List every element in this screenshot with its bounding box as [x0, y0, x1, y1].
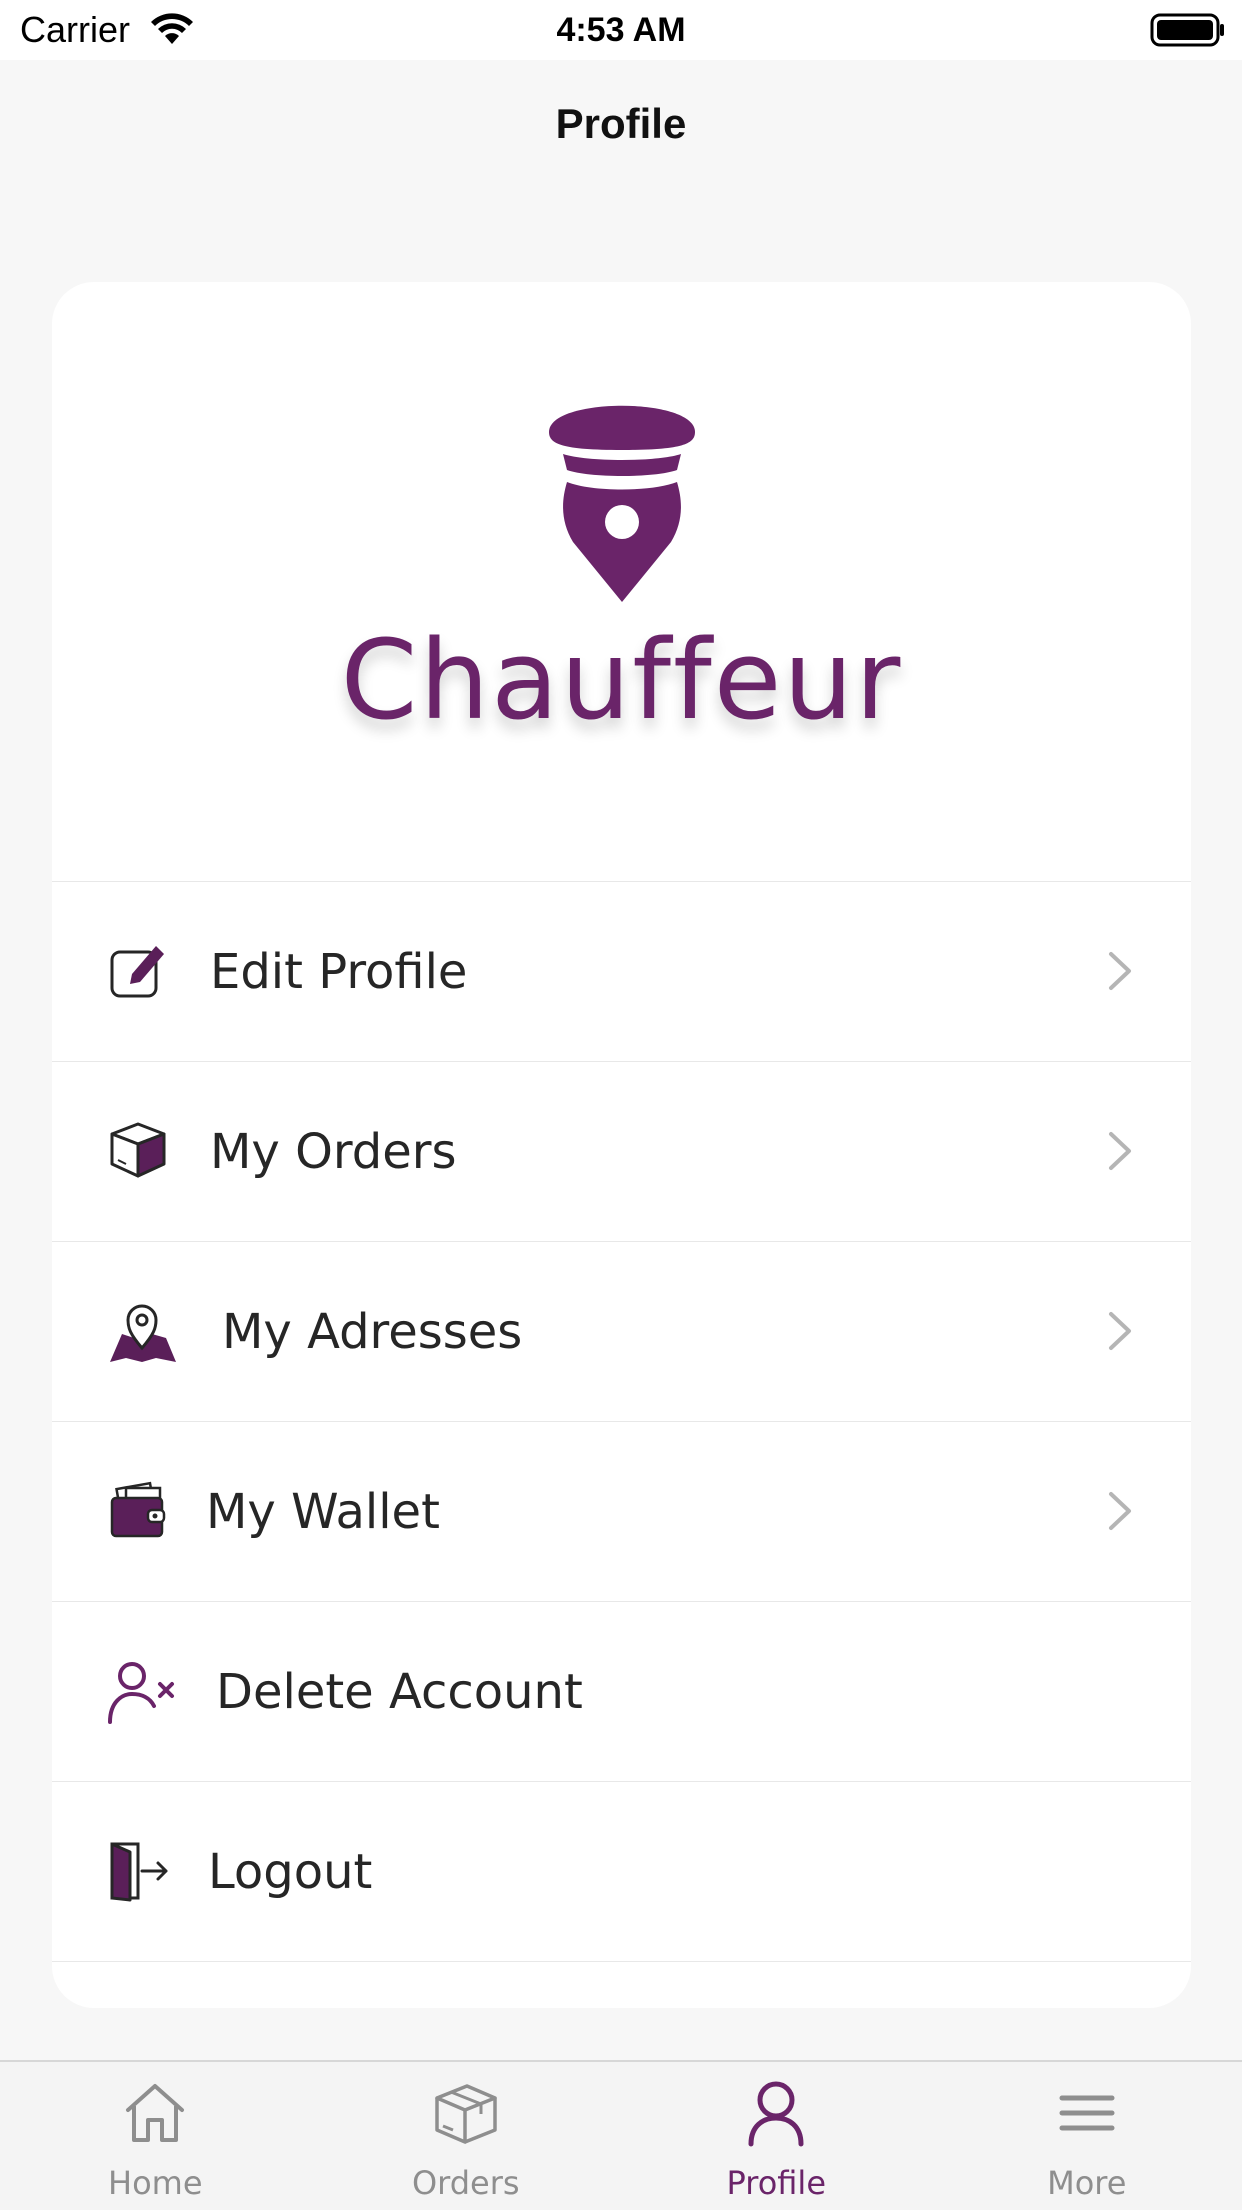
edit-icon [108, 940, 178, 1002]
menu-item-label: My Orders [210, 1122, 457, 1182]
chevron-right-icon [1107, 1310, 1133, 1356]
status-time: 4:53 AM [0, 8, 1242, 52]
tab-more[interactable]: More [932, 2062, 1242, 2210]
box-icon [431, 2078, 501, 2148]
chevron-right-icon [1107, 950, 1133, 996]
person-icon [741, 2078, 811, 2148]
logo-wordmark: Chauffeur [52, 620, 1191, 740]
menu-item-edit-profile[interactable]: Edit Profile [52, 881, 1191, 1061]
tab-profile[interactable]: Profile [621, 2062, 932, 2210]
menu-icon [1052, 2078, 1122, 2148]
box-icon [108, 1120, 178, 1182]
tab-label: Home [0, 2164, 311, 2202]
tab-bar: Home Orders Profile More [0, 2060, 1242, 2210]
tab-label: Orders [311, 2164, 622, 2202]
battery-icon [1150, 13, 1226, 51]
tab-orders[interactable]: Orders [311, 2062, 622, 2210]
profile-card: Chauffeur Edit Profile [52, 282, 1191, 2008]
page-title: Profile [0, 100, 1242, 148]
home-icon [120, 2078, 190, 2148]
menu-item-label: Logout [208, 1842, 372, 1902]
menu-item-label: My Adresses [222, 1302, 522, 1362]
menu-item-logout[interactable]: Logout [52, 1781, 1191, 1962]
status-bar: Carrier 4:53 AM [0, 0, 1242, 60]
tab-label: Profile [621, 2164, 932, 2202]
menu-item-delete-account[interactable]: Delete Account [52, 1601, 1191, 1781]
menu-item-label: Edit Profile [210, 942, 467, 1002]
map-pin-icon [108, 1300, 178, 1362]
chauffeur-hat-pin-icon [537, 392, 707, 612]
menu-item-label: My Wallet [206, 1482, 440, 1542]
chevron-right-icon [1107, 1490, 1133, 1536]
wallet-icon [108, 1480, 178, 1542]
menu-item-my-wallet[interactable]: My Wallet [52, 1421, 1191, 1601]
menu-item-my-orders[interactable]: My Orders [52, 1061, 1191, 1241]
logout-icon [108, 1840, 178, 1902]
user-remove-icon [108, 1660, 178, 1722]
chevron-right-icon [1107, 1130, 1133, 1176]
menu-item-label: Delete Account [216, 1662, 583, 1722]
menu-item-my-adresses[interactable]: My Adresses [52, 1241, 1191, 1421]
profile-menu: Edit Profile My Orders [52, 881, 1191, 1962]
chauffeur-logo: Chauffeur [52, 392, 1191, 752]
tab-label: More [932, 2164, 1242, 2202]
tab-home[interactable]: Home [0, 2062, 311, 2210]
